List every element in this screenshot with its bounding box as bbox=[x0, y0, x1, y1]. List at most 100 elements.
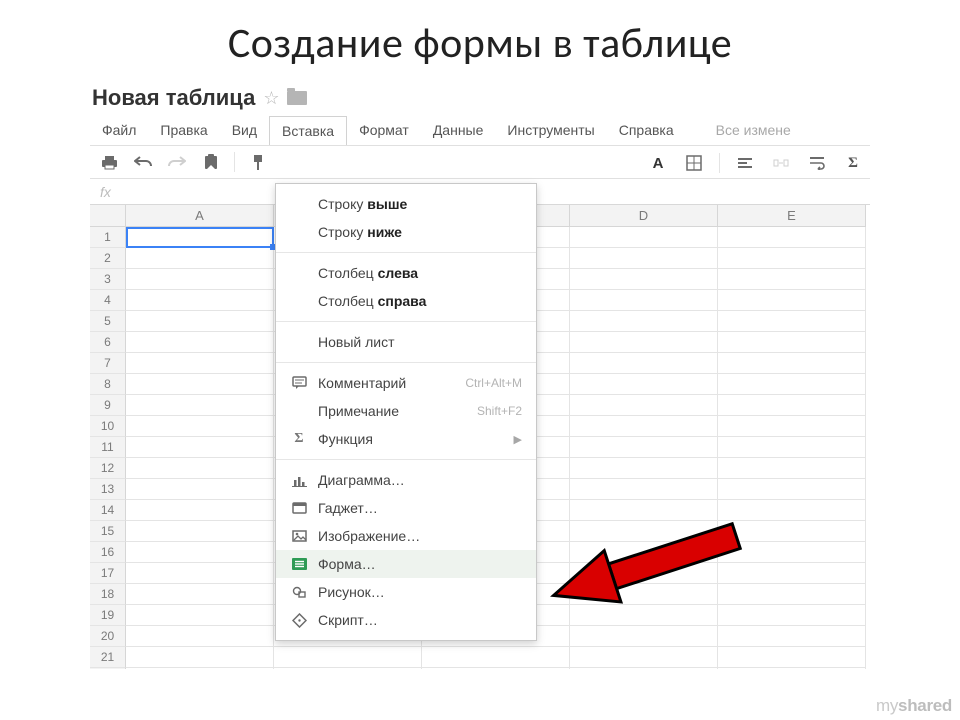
cell[interactable] bbox=[718, 584, 866, 605]
cell[interactable] bbox=[570, 605, 718, 626]
cell[interactable] bbox=[422, 668, 570, 669]
row-number[interactable]: 12 bbox=[90, 458, 126, 479]
folder-icon[interactable] bbox=[287, 91, 307, 105]
cell[interactable] bbox=[718, 479, 866, 500]
cell[interactable] bbox=[718, 395, 866, 416]
menu-col-left[interactable]: Столбец слева bbox=[276, 259, 536, 287]
cell[interactable] bbox=[570, 269, 718, 290]
menu-note[interactable]: Примечание Shift+F2 bbox=[276, 397, 536, 425]
row-number[interactable]: 15 bbox=[90, 521, 126, 542]
row-number[interactable]: 11 bbox=[90, 437, 126, 458]
cell[interactable] bbox=[274, 647, 422, 668]
cell[interactable] bbox=[718, 227, 866, 248]
menu-data[interactable]: Данные bbox=[421, 116, 496, 145]
cell[interactable] bbox=[126, 542, 274, 563]
cell[interactable] bbox=[718, 290, 866, 311]
align-icon[interactable] bbox=[732, 151, 758, 175]
star-icon[interactable]: ☆ bbox=[263, 88, 279, 109]
paint-format-icon[interactable] bbox=[245, 150, 271, 174]
menu-comment[interactable]: Комментарий Ctrl+Alt+M bbox=[276, 369, 536, 397]
cell[interactable] bbox=[126, 647, 274, 668]
cell[interactable] bbox=[126, 668, 274, 669]
doc-title[interactable]: Новая таблица bbox=[92, 85, 255, 111]
cell[interactable] bbox=[126, 353, 274, 374]
cell[interactable] bbox=[570, 647, 718, 668]
row-number[interactable]: 4 bbox=[90, 290, 126, 311]
menu-file[interactable]: Файл bbox=[90, 116, 148, 145]
row-number[interactable]: 17 bbox=[90, 563, 126, 584]
print-icon[interactable] bbox=[96, 150, 122, 174]
row-number[interactable]: 10 bbox=[90, 416, 126, 437]
cell[interactable] bbox=[718, 605, 866, 626]
menu-help[interactable]: Справка bbox=[607, 116, 686, 145]
cell[interactable] bbox=[718, 500, 866, 521]
row-number[interactable]: 16 bbox=[90, 542, 126, 563]
row-number[interactable]: 14 bbox=[90, 500, 126, 521]
menu-form[interactable]: Форма… bbox=[276, 550, 536, 578]
menu-chart[interactable]: Диаграмма… bbox=[276, 466, 536, 494]
menu-tools[interactable]: Инструменты bbox=[495, 116, 606, 145]
cell[interactable] bbox=[570, 584, 718, 605]
cell[interactable] bbox=[718, 542, 866, 563]
menu-edit[interactable]: Правка bbox=[148, 116, 219, 145]
cell[interactable] bbox=[570, 437, 718, 458]
row-number[interactable]: 5 bbox=[90, 311, 126, 332]
cell[interactable] bbox=[570, 521, 718, 542]
select-all-corner[interactable] bbox=[90, 205, 126, 227]
cell[interactable] bbox=[718, 248, 866, 269]
row-number[interactable]: 21 bbox=[90, 647, 126, 668]
cell[interactable] bbox=[718, 563, 866, 584]
row-number[interactable]: 13 bbox=[90, 479, 126, 500]
row-number[interactable]: 1 bbox=[90, 227, 126, 248]
cell[interactable] bbox=[126, 563, 274, 584]
merge-icon[interactable] bbox=[768, 151, 794, 175]
cell[interactable] bbox=[126, 605, 274, 626]
cell[interactable] bbox=[570, 563, 718, 584]
row-number[interactable]: 22 bbox=[90, 668, 126, 669]
cell[interactable] bbox=[570, 416, 718, 437]
cell[interactable] bbox=[126, 227, 274, 248]
wrap-icon[interactable] bbox=[804, 151, 830, 175]
cell[interactable] bbox=[718, 626, 866, 647]
cell[interactable] bbox=[570, 311, 718, 332]
cell[interactable] bbox=[126, 521, 274, 542]
row-number[interactable]: 20 bbox=[90, 626, 126, 647]
cell[interactable] bbox=[570, 458, 718, 479]
cell[interactable] bbox=[570, 374, 718, 395]
menu-view[interactable]: Вид bbox=[220, 116, 269, 145]
cell[interactable] bbox=[126, 269, 274, 290]
cell[interactable] bbox=[718, 332, 866, 353]
cell[interactable] bbox=[126, 332, 274, 353]
cell[interactable] bbox=[126, 626, 274, 647]
cell[interactable] bbox=[570, 290, 718, 311]
row-number[interactable]: 9 bbox=[90, 395, 126, 416]
col-head-a[interactable]: A bbox=[126, 205, 274, 227]
menu-image[interactable]: Изображение… bbox=[276, 522, 536, 550]
cell[interactable] bbox=[422, 647, 570, 668]
row-number[interactable]: 6 bbox=[90, 332, 126, 353]
cell[interactable] bbox=[570, 353, 718, 374]
borders-icon[interactable] bbox=[681, 151, 707, 175]
menu-function[interactable]: Σ Функция ▶ bbox=[276, 425, 536, 453]
cell[interactable] bbox=[570, 248, 718, 269]
cell[interactable] bbox=[570, 542, 718, 563]
undo-icon[interactable] bbox=[130, 150, 156, 174]
paste-icon[interactable] bbox=[198, 150, 224, 174]
cell[interactable] bbox=[718, 437, 866, 458]
cell[interactable] bbox=[126, 248, 274, 269]
menu-gadget[interactable]: Гаджет… bbox=[276, 494, 536, 522]
row-number[interactable]: 2 bbox=[90, 248, 126, 269]
cell[interactable] bbox=[126, 416, 274, 437]
row-number[interactable]: 7 bbox=[90, 353, 126, 374]
cell[interactable] bbox=[126, 311, 274, 332]
menu-col-right[interactable]: Столбец справа bbox=[276, 287, 536, 315]
cell[interactable] bbox=[126, 458, 274, 479]
cell[interactable] bbox=[570, 332, 718, 353]
menu-new-sheet[interactable]: Новый лист bbox=[276, 328, 536, 356]
col-head-e[interactable]: E bbox=[718, 205, 866, 227]
cell[interactable] bbox=[718, 521, 866, 542]
cell[interactable] bbox=[126, 395, 274, 416]
redo-icon[interactable] bbox=[164, 150, 190, 174]
cell[interactable] bbox=[570, 500, 718, 521]
cell[interactable] bbox=[570, 479, 718, 500]
